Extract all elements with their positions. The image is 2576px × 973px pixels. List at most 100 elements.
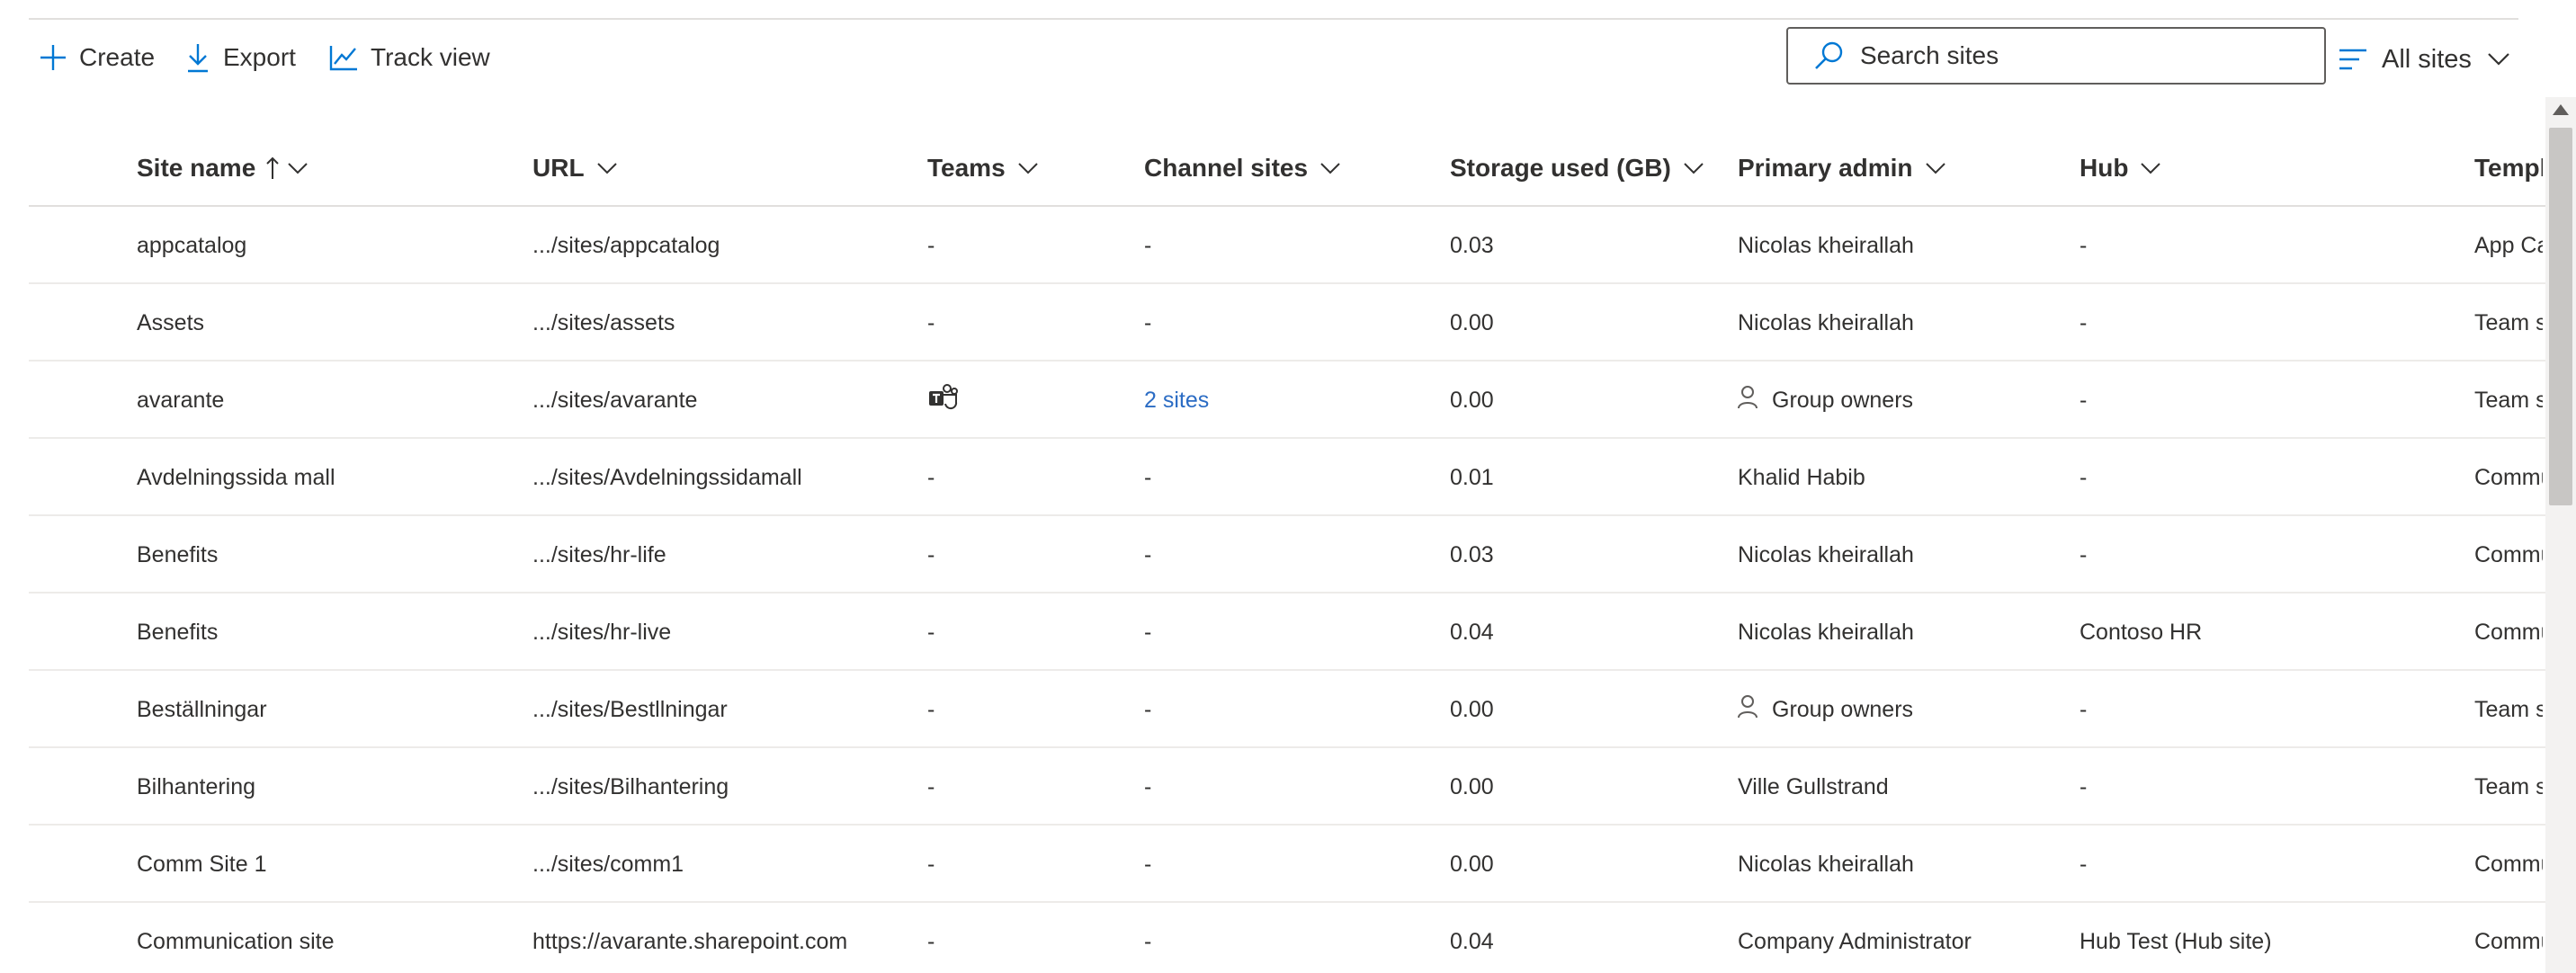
column-header-primary-admin[interactable]: Primary admin [1738, 129, 1945, 207]
url-cell: .../sites/Avdelningssidamall [532, 439, 802, 516]
channel-sites-cell: - [1144, 594, 1151, 671]
primary-admin-name: Nicolas kheirallah [1738, 619, 1914, 645]
site-name[interactable]: Benefits [137, 542, 218, 568]
site-name[interactable]: Assets [137, 310, 204, 336]
site-name-cell[interactable]: Communication site [137, 903, 335, 973]
hub-value: - [2080, 232, 2088, 258]
primary-admin-cell: Group owners [1738, 362, 1913, 439]
site-name[interactable]: Avdelningssida mall [137, 465, 335, 491]
channel-sites-value: - [1144, 309, 1152, 335]
storage-value: 0.00 [1450, 387, 1494, 413]
column-header-channel-sites[interactable]: Channel sites [1144, 129, 1340, 207]
site-name[interactable]: Beställningar [137, 697, 267, 723]
site-name[interactable]: appcatalog [137, 233, 246, 259]
person-icon [1738, 385, 1758, 415]
primary-admin-cell: Group owners [1738, 671, 1913, 748]
storage-value: 0.00 [1450, 773, 1494, 799]
site-name[interactable]: avarante [137, 388, 224, 414]
hub-cell: - [2080, 284, 2087, 362]
export-button[interactable]: Export [185, 36, 296, 79]
teams-value: - [927, 619, 935, 645]
channel-sites-value: - [1144, 851, 1152, 877]
site-name-cell[interactable]: Benefits [137, 516, 218, 594]
site-name-cell[interactable]: Assets [137, 284, 204, 362]
column-header-label: Templ [2474, 154, 2543, 182]
table-row[interactable]: Bilhantering .../sites/Bilhantering - - 0.00… [29, 748, 2547, 826]
primary-admin-cell: Nicolas kheirallah [1738, 594, 1914, 671]
template-cell: Commu [2474, 594, 2543, 671]
column-header-url[interactable]: URL [532, 129, 617, 207]
storage-cell: 0.03 [1450, 516, 1494, 594]
hub-cell: - [2080, 516, 2087, 594]
site-name-cell[interactable]: Avdelningssida mall [137, 439, 335, 516]
storage-cell: 0.03 [1450, 207, 1494, 284]
chevron-down-icon [1684, 162, 1704, 174]
template-cell: Commu [2474, 439, 2543, 516]
table-row[interactable]: avarante .../sites/avarante 2 sites 0.00 Gro… [29, 362, 2547, 439]
site-name[interactable]: Communication site [137, 929, 335, 955]
channel-sites-cell: - [1144, 903, 1151, 973]
hub-cell: - [2080, 748, 2087, 826]
hub-value: - [2080, 773, 2088, 799]
site-name-cell[interactable]: Comm Site 1 [137, 826, 266, 903]
vertical-scrollbar[interactable] [2545, 97, 2576, 973]
teams-value: - [927, 928, 935, 954]
create-button[interactable]: Create [40, 36, 155, 79]
site-name-cell[interactable]: appcatalog [137, 207, 246, 284]
hub-cell: - [2080, 826, 2087, 903]
site-name[interactable]: Bilhantering [137, 774, 255, 800]
channel-sites-cell[interactable]: 2 sites [1144, 362, 1209, 439]
site-url: .../sites/Avdelningssidamall [532, 464, 802, 490]
column-header-label: Hub [2080, 154, 2129, 182]
table-row[interactable]: Assets .../sites/assets - - 0.00 Nicolas khei… [29, 284, 2547, 362]
search-box[interactable] [1786, 27, 2326, 85]
template-cell: Commu [2474, 826, 2543, 903]
channel-sites-cell: - [1144, 284, 1151, 362]
storage-cell: 0.04 [1450, 903, 1494, 973]
url-cell: .../sites/comm1 [532, 826, 684, 903]
hub-cell: - [2080, 671, 2087, 748]
scroll-up-arrow-icon[interactable] [2553, 104, 2569, 115]
column-header-template[interactable]: Templ [2474, 129, 2543, 207]
table-row[interactable]: Comm Site 1 .../sites/comm1 - - 0.00 Nicolas … [29, 826, 2547, 903]
table-row[interactable]: Benefits .../sites/hr-live - - 0.04 Nicolas k… [29, 594, 2547, 671]
table-row[interactable]: appcatalog .../sites/appcatalog - - 0.03 Nico… [29, 207, 2547, 284]
sites-table: Site name URL Teams Channel sites Storag… [29, 129, 2547, 973]
site-name-cell[interactable]: Bilhantering [137, 748, 255, 826]
primary-admin-name: Nicolas kheirallah [1738, 541, 1914, 567]
plus-icon [40, 45, 66, 70]
column-header-site-name[interactable]: Site name [137, 129, 308, 207]
template-value: Commu [2474, 619, 2543, 645]
column-header-storage-used[interactable]: Storage used (GB) [1450, 129, 1704, 207]
site-name[interactable]: Comm Site 1 [137, 852, 266, 878]
chevron-down-icon [596, 162, 617, 174]
table-row[interactable]: Avdelningssida mall .../sites/Avdelningss… [29, 439, 2547, 516]
site-name-cell[interactable]: avarante [137, 362, 224, 439]
url-cell: .../sites/Bilhantering [532, 748, 729, 826]
table-row[interactable]: Communication site https://avarante.share… [29, 903, 2547, 973]
column-header-label: Storage used (GB) [1450, 154, 1671, 182]
site-name[interactable]: Benefits [137, 620, 218, 646]
site-url: .../sites/hr-life [532, 541, 666, 567]
channel-sites-link[interactable]: 2 sites [1144, 388, 1209, 414]
hub-value: Hub Test (Hub site) [2080, 928, 2272, 954]
scroll-thumb[interactable] [2549, 128, 2572, 505]
teams-cell: - [927, 748, 935, 826]
column-header-teams[interactable]: Teams [927, 129, 1038, 207]
view-filter-dropdown[interactable]: All sites [2339, 36, 2509, 83]
template-value: Team si [2474, 696, 2543, 722]
site-name-cell[interactable]: Beställningar [137, 671, 267, 748]
site-url: .../sites/comm1 [532, 851, 684, 877]
teams-icon [927, 383, 958, 417]
track-view-button[interactable]: Track view [329, 36, 490, 79]
table-row[interactable]: Beställningar .../sites/Bestllningar - - 0.0… [29, 671, 2547, 748]
storage-value: 0.00 [1450, 696, 1494, 722]
chevron-down-icon [1320, 162, 1340, 174]
site-name-cell[interactable]: Benefits [137, 594, 218, 671]
column-header-hub[interactable]: Hub [2080, 129, 2161, 207]
teams-cell: - [927, 439, 935, 516]
channel-sites-cell: - [1144, 207, 1151, 284]
search-input[interactable] [1860, 41, 2292, 70]
table-row[interactable]: Benefits .../sites/hr-life - - 0.03 Nicolas k… [29, 516, 2547, 594]
site-url: .../sites/assets [532, 309, 675, 335]
